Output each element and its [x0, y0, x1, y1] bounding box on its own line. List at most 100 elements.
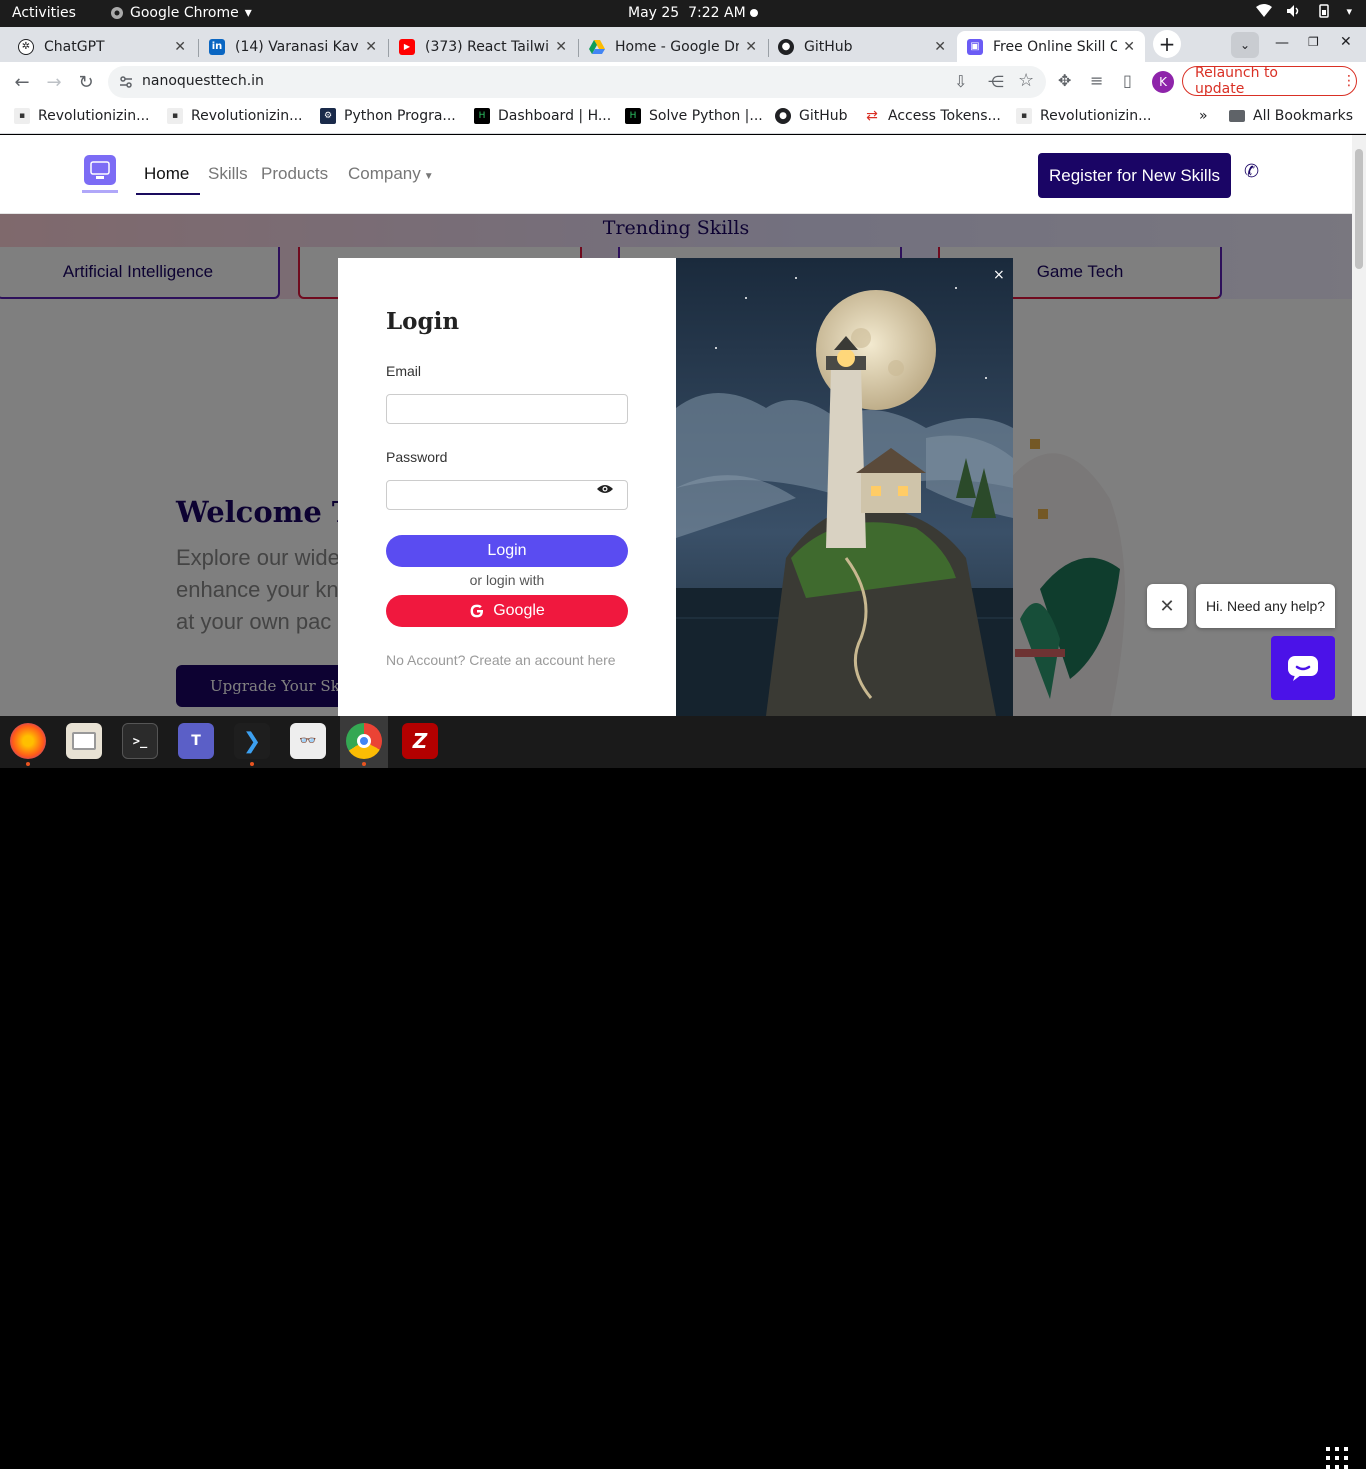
- bookmark-item[interactable]: ▪ Revolutionizin...: [1016, 108, 1152, 124]
- restore-window-icon[interactable]: ❐: [1308, 35, 1319, 49]
- date: May 25: [628, 5, 680, 21]
- bookmark-label: Dashboard | H...: [498, 108, 612, 124]
- vscode-icon[interactable]: ❯: [234, 723, 270, 759]
- app-name: Google Chrome: [130, 5, 239, 21]
- install-app-icon[interactable]: ⇩: [954, 72, 967, 91]
- close-tab-icon[interactable]: ✕: [365, 39, 377, 55]
- running-indicator: [250, 762, 254, 766]
- profile-avatar[interactable]: K: [1152, 71, 1174, 93]
- tab-youtube[interactable]: ▶ (373) React Tailwind ✕: [389, 31, 577, 62]
- chat-launcher-button[interactable]: [1271, 636, 1335, 700]
- firefox-icon[interactable]: [10, 723, 46, 759]
- scrollbar-thumb[interactable]: [1355, 149, 1363, 269]
- nanoquest-logo[interactable]: [82, 155, 118, 195]
- nanoquest-icon: ▣: [967, 38, 983, 55]
- teams-icon[interactable]: T: [178, 723, 214, 759]
- running-indicator: [26, 762, 30, 766]
- side-panel-icon[interactable]: ▯: [1123, 71, 1132, 90]
- close-modal-button[interactable]: ×: [993, 267, 1005, 283]
- more-menu-icon[interactable]: ⋮: [1342, 73, 1356, 89]
- files-icon[interactable]: [66, 723, 102, 759]
- nav-home[interactable]: Home: [144, 164, 189, 184]
- nav-company[interactable]: Company ▼: [348, 164, 434, 184]
- system-tray[interactable]: ▾: [1256, 4, 1352, 18]
- bookmark-star-icon[interactable]: ☆: [1018, 70, 1034, 91]
- bookmark-item[interactable]: ⚙ Python Progra...: [320, 108, 456, 124]
- chrome-icon[interactable]: [346, 723, 382, 759]
- tab-linkedin[interactable]: in (14) Varanasi Kavya ✕: [199, 31, 387, 62]
- tab-chatgpt[interactable]: ✲ ChatGPT ✕: [8, 31, 196, 62]
- register-button[interactable]: Register for New Skills: [1038, 153, 1231, 198]
- extensions-icon[interactable]: ✥: [1058, 71, 1071, 90]
- bookmark-item[interactable]: ▪ Revolutionizin...: [167, 108, 303, 124]
- activities-button[interactable]: Activities: [12, 5, 76, 21]
- password-field[interactable]: [386, 480, 628, 510]
- caret-down-icon: ▼: [423, 171, 434, 182]
- nav-products[interactable]: Products: [261, 164, 328, 184]
- minimize-window-icon[interactable]: —: [1275, 35, 1289, 51]
- login-button[interactable]: Login: [386, 535, 628, 567]
- bookmark-favicon-icon: ⚙: [320, 108, 336, 124]
- nav-skills[interactable]: Skills: [208, 164, 248, 184]
- media-controls-icon[interactable]: ≡: [1090, 71, 1103, 90]
- system-top-bar: Activities Google Chrome ▾ May 25 7:22 A…: [0, 0, 1366, 27]
- tab-title: ChatGPT: [44, 38, 105, 55]
- back-icon[interactable]: ←: [11, 71, 33, 93]
- tab-nanoquest[interactable]: ▣ Free Online Skill Co ✕: [957, 31, 1145, 62]
- chat-dismiss-button[interactable]: ✕: [1147, 584, 1187, 628]
- new-tab-button[interactable]: +: [1153, 30, 1181, 58]
- bookmark-label: Solve Python |...: [649, 108, 763, 124]
- close-tab-icon[interactable]: ✕: [934, 39, 946, 55]
- email-field[interactable]: [386, 394, 628, 424]
- phone-icon[interactable]: ✆: [1244, 161, 1259, 182]
- site-navbar: Home Skills Products Company ▼ Register f…: [0, 135, 1352, 214]
- screen-reader-icon[interactable]: 👓: [290, 723, 326, 759]
- create-account-link[interactable]: No Account? Create an account here: [386, 650, 626, 670]
- email-label: Email: [386, 363, 422, 379]
- address-bar[interactable]: nanoquesttech.in ⇩ ⋲ ☆: [108, 66, 1046, 98]
- tab-google-drive[interactable]: Home - Google Drive ✕: [579, 31, 767, 62]
- bookmark-item[interactable]: ▪ Revolutionizin...: [14, 108, 150, 124]
- bookmark-item[interactable]: ⇄ Access Tokens...: [864, 108, 1001, 124]
- reload-icon[interactable]: ↻: [75, 71, 97, 93]
- show-password-icon[interactable]: [597, 483, 613, 495]
- browser-toolbar: ← → ↻ nanoquesttech.in ⇩ ⋲ ☆ ✥ ≡ ▯ K Rel…: [0, 62, 1366, 102]
- page-scrollbar[interactable]: [1352, 135, 1366, 716]
- show-apps-icon[interactable]: [1326, 1447, 1348, 1469]
- bookmark-favicon-icon: ▪: [1016, 108, 1032, 124]
- bookmark-favicon-icon: ▪: [167, 108, 183, 124]
- clock[interactable]: May 25 7:22 AM: [628, 5, 746, 21]
- all-bookmarks-button[interactable]: All Bookmarks: [1229, 108, 1353, 124]
- tab-strip: ✲ ChatGPT ✕ in (14) Varanasi Kavya ✕ ▶ (37…: [0, 27, 1366, 62]
- bookmark-label: Python Progra...: [344, 108, 456, 124]
- terminal-icon[interactable]: >_: [122, 723, 158, 759]
- share-icon[interactable]: ⋲: [988, 72, 1004, 91]
- forward-icon[interactable]: →: [43, 71, 65, 93]
- google-login-button[interactable]: Google: [386, 595, 628, 627]
- bookmark-item[interactable]: ● GitHub: [775, 108, 848, 124]
- url-text: nanoquesttech.in: [142, 73, 264, 89]
- chat-greeting[interactable]: Hi. Need any help?: [1196, 584, 1335, 628]
- relaunch-label: Relaunch to update: [1195, 65, 1279, 97]
- more-bookmarks-button[interactable]: »: [1199, 108, 1208, 124]
- close-window-icon[interactable]: ✕: [1340, 34, 1352, 50]
- hackerrank-icon: H: [474, 108, 490, 124]
- linkedin-icon: in: [209, 38, 225, 55]
- bookmark-item[interactable]: H Dashboard | H...: [474, 108, 611, 124]
- close-tab-icon[interactable]: ✕: [174, 39, 186, 55]
- bookmark-item[interactable]: H Solve Python |...: [625, 108, 763, 124]
- running-indicator: [362, 762, 366, 766]
- close-tab-icon[interactable]: ✕: [745, 39, 757, 55]
- site-info-icon[interactable]: [119, 75, 133, 89]
- chevron-down-icon: ⌄: [1239, 38, 1251, 52]
- tab-github[interactable]: ● GitHub ✕: [768, 31, 956, 62]
- filezilla-icon[interactable]: Z: [402, 723, 438, 759]
- or-login-with-text: or login with: [469, 572, 545, 588]
- app-menu[interactable]: Google Chrome ▾: [110, 5, 252, 21]
- chrome-icon: [111, 7, 123, 19]
- close-icon: ✕: [1159, 595, 1175, 617]
- close-tab-icon[interactable]: ✕: [555, 39, 567, 55]
- close-tab-icon[interactable]: ✕: [1123, 39, 1135, 55]
- relaunch-button[interactable]: Relaunch to update ⋮: [1182, 65, 1357, 97]
- tab-search-button[interactable]: ⌄: [1231, 32, 1259, 58]
